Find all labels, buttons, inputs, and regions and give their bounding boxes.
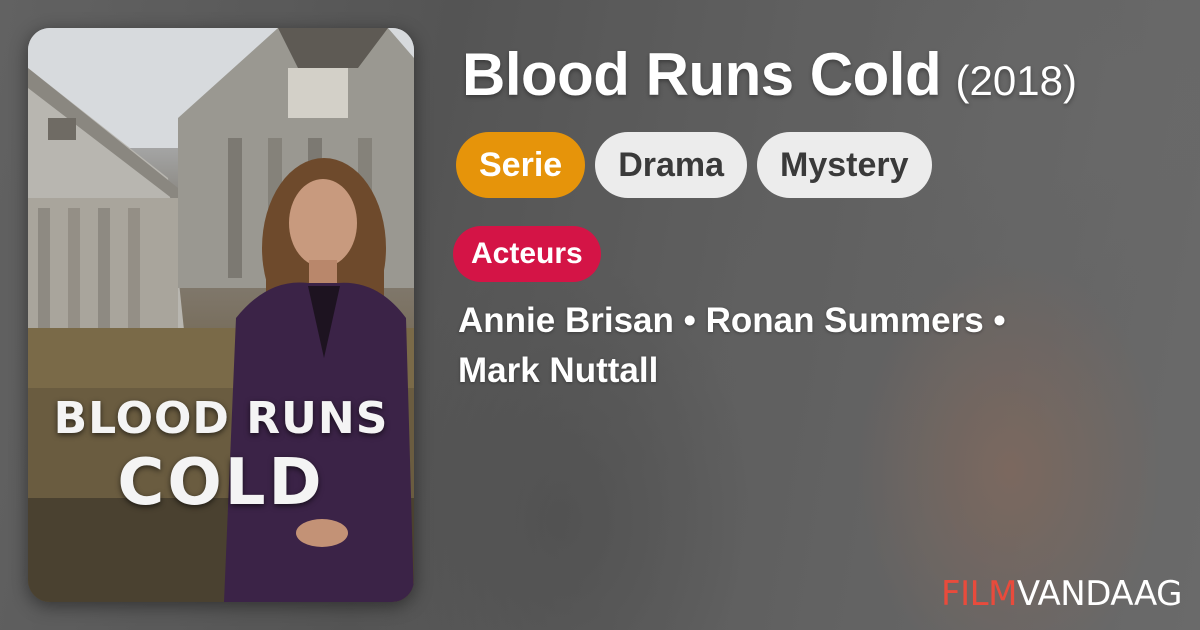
share-card: BLOOD RUNS COLD Blood Runs Cold (2018) S… [0,0,1200,630]
tag-list: Serie Drama Mystery [456,132,932,198]
poster-title-line2: COLD [117,446,325,520]
show-title[interactable]: Blood Runs Cold [462,41,942,108]
brand-logo-part2: VANDAAG [1016,574,1183,614]
cast-names-line2: Mark Nuttall [458,351,659,390]
brand-logo-part1: FILM [941,574,1017,614]
poster-title-line1: BLOOD RUNS [53,393,389,444]
genre-tag-mystery[interactable]: Mystery [757,132,932,198]
title-row: Blood Runs Cold (2018) [462,40,1077,109]
cast-names-line1: Annie Brisan • Ronan Summers • [458,301,1006,340]
cast-list: Annie Brisan • Ronan Summers • Mark Nutt… [458,296,1138,396]
show-year: (2018) [955,57,1077,104]
cast-label-badge: Acteurs [453,226,601,282]
genre-tag-drama[interactable]: Drama [595,132,748,198]
brand-logo[interactable]: FILMVANDAAG [941,574,1182,614]
poster-image[interactable]: BLOOD RUNS COLD [28,28,414,602]
type-tag[interactable]: Serie [456,132,586,198]
